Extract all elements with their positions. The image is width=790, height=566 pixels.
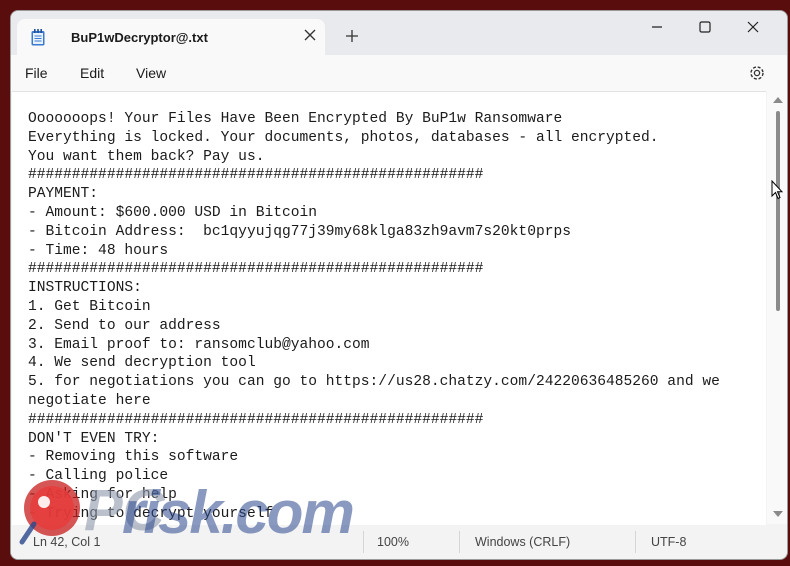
menu-view[interactable]: View xyxy=(136,65,166,81)
plus-icon[interactable] xyxy=(345,29,359,43)
maximize-icon[interactable] xyxy=(695,17,715,37)
close-icon[interactable] xyxy=(303,28,317,42)
tab-title: BuP1wDecryptor@.txt xyxy=(71,30,208,45)
scroll-down-icon[interactable] xyxy=(773,511,783,517)
window-close-icon[interactable] xyxy=(743,17,763,37)
menu-edit[interactable]: Edit xyxy=(80,65,104,81)
encoding: UTF-8 xyxy=(651,535,687,549)
line-ending: Windows (CRLF) xyxy=(475,535,571,549)
status-divider xyxy=(635,531,636,553)
mouse-cursor-icon xyxy=(771,180,783,200)
notepad-icon xyxy=(31,29,45,46)
minimize-icon[interactable] xyxy=(647,17,667,37)
document-text[interactable]: Ooooooops! Your Files Have Been Encrypte… xyxy=(28,110,720,524)
vertical-scrollbar[interactable] xyxy=(767,91,787,524)
scroll-thumb[interactable] xyxy=(776,111,780,311)
text-editor[interactable]: Ooooooops! Your Files Have Been Encrypte… xyxy=(12,91,766,525)
menu-file[interactable]: File xyxy=(25,65,48,81)
status-divider xyxy=(459,531,460,553)
scroll-up-icon[interactable] xyxy=(773,97,783,103)
settings-icon[interactable] xyxy=(747,63,767,83)
file-tab[interactable]: BuP1wDecryptor@.txt xyxy=(17,19,325,55)
title-bar: BuP1wDecryptor@.txt xyxy=(11,11,787,55)
watermark-text: risk.com xyxy=(122,479,355,546)
menu-bar: File Edit View xyxy=(11,55,787,91)
